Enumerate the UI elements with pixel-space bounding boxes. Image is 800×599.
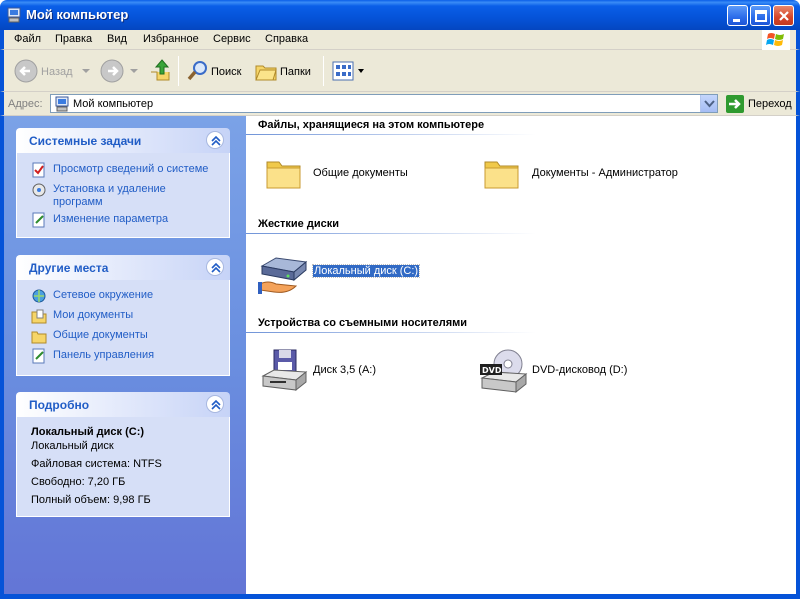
maximize-button[interactable] xyxy=(750,5,771,26)
menu-file[interactable]: Файл xyxy=(14,33,41,45)
other-places-panel: Сетевое окружение Мои документы Общие до… xyxy=(16,280,230,376)
title-bar[interactable]: Мой компьютер xyxy=(0,0,800,30)
back-arrow-icon[interactable] xyxy=(14,59,38,83)
system-tasks-panel: Просмотр сведений о системе Установка и … xyxy=(16,153,230,238)
group-divider xyxy=(246,332,536,333)
local-disk-c[interactable]: Локальный диск (C:) xyxy=(311,264,421,278)
close-icon xyxy=(779,11,789,21)
go-label[interactable]: Переход xyxy=(748,98,792,110)
collapse-button[interactable] xyxy=(206,395,224,413)
folder-icon[interactable] xyxy=(264,152,304,192)
shared-documents-folder[interactable]: Общие документы xyxy=(313,167,408,179)
menu-view[interactable]: Вид xyxy=(107,33,127,45)
control-panel-link[interactable]: Панель управления xyxy=(53,349,154,361)
task-pane: Системные задачи Просмотр сведений о сис… xyxy=(4,116,246,594)
system-tasks-title: Системные задачи xyxy=(29,134,142,148)
window-frame-bottom xyxy=(0,594,800,599)
dvd-drive-d[interactable]: DVD-дисковод (D:) xyxy=(532,364,627,376)
floppy-drive-icon[interactable] xyxy=(260,348,308,396)
details-header[interactable]: Подробно xyxy=(16,392,230,417)
my-documents-link[interactable]: Мои документы xyxy=(53,309,133,321)
detail-free-space: Свободно: 7,20 ГБ xyxy=(31,476,126,488)
maximize-icon xyxy=(755,10,767,22)
collapse-button[interactable] xyxy=(206,258,224,276)
chevron-down-icon xyxy=(704,100,715,108)
back-dropdown-icon[interactable] xyxy=(82,69,90,74)
shared-documents-icon xyxy=(31,331,47,344)
folder-icon[interactable] xyxy=(482,152,522,192)
address-label: Адрес: xyxy=(8,98,43,110)
toolbar-separator xyxy=(178,56,179,86)
window-frame-right xyxy=(796,116,800,594)
address-bar: Адрес: Мой компьютер Переход xyxy=(0,92,800,116)
views-icon[interactable] xyxy=(332,61,368,81)
group-divider xyxy=(246,233,536,234)
close-button[interactable] xyxy=(773,5,794,26)
group-divider xyxy=(246,134,536,135)
forward-dropdown-icon[interactable] xyxy=(130,69,138,74)
change-setting-link[interactable]: Изменение параметра xyxy=(53,213,168,225)
menu-help[interactable]: Справка xyxy=(265,33,308,45)
double-chevron-up-icon xyxy=(211,262,221,273)
address-dropdown-button[interactable] xyxy=(700,95,717,112)
double-chevron-up-icon xyxy=(211,135,221,146)
address-input[interactable]: Мой компьютер xyxy=(50,94,718,113)
back-button[interactable]: Назад xyxy=(41,66,73,78)
network-places-link[interactable]: Сетевое окружение xyxy=(53,289,153,301)
detail-file-system: Файловая система: NTFS xyxy=(31,458,162,470)
folders-icon[interactable] xyxy=(254,60,278,82)
system-info-icon xyxy=(32,162,45,178)
address-value: Мой компьютер xyxy=(73,98,154,110)
menu-favorites[interactable]: Избранное xyxy=(143,33,199,45)
toolbar: Назад Поиск Папки xyxy=(0,50,800,92)
view-system-info-link[interactable]: Просмотр сведений о системе xyxy=(53,163,208,175)
system-tasks-header[interactable]: Системные задачи xyxy=(16,128,230,153)
details-panel: Локальный диск (C:) Локальный диск Файло… xyxy=(16,417,230,517)
add-remove-programs-icon xyxy=(32,183,46,197)
add-remove-programs-link[interactable]: Установка и удаление xyxy=(53,183,166,195)
hard-drives-group-title: Жесткие диски xyxy=(258,218,339,230)
window-title: Мой компьютер xyxy=(26,7,129,22)
other-places-header[interactable]: Другие места xyxy=(16,255,230,280)
floppy-drive-a[interactable]: Диск 3,5 (A:) xyxy=(313,364,376,376)
content-pane: Файлы, хранящиеся на этом компьютере Общ… xyxy=(246,116,796,594)
shared-documents-link[interactable]: Общие документы xyxy=(53,329,148,341)
forward-arrow-icon[interactable] xyxy=(100,59,124,83)
admin-documents-folder[interactable]: Документы - Администратор xyxy=(532,167,678,179)
minimize-button[interactable] xyxy=(727,5,748,26)
change-setting-icon xyxy=(32,212,45,228)
dvd-drive-icon[interactable]: DVD xyxy=(478,348,528,396)
add-remove-programs-link-line2[interactable]: программ xyxy=(53,196,103,208)
windows-logo-icon xyxy=(762,30,790,50)
removable-group-title: Устройства со съемными носителями xyxy=(258,317,468,329)
detail-total-size: Полный объем: 9,98 ГБ xyxy=(31,494,151,506)
files-group-title: Файлы, хранящиеся на этом компьютере xyxy=(258,119,485,131)
up-folder-icon[interactable] xyxy=(148,58,172,84)
control-panel-icon xyxy=(32,348,45,364)
double-chevron-up-icon xyxy=(211,399,221,410)
menu-edit[interactable]: Правка xyxy=(55,33,92,45)
local-disk-icon[interactable] xyxy=(258,252,310,296)
my-documents-icon xyxy=(31,309,47,324)
network-icon xyxy=(32,289,46,303)
folders-button[interactable]: Папки xyxy=(280,66,311,78)
svg-text:DVD: DVD xyxy=(482,366,502,375)
other-places-title: Другие места xyxy=(29,261,109,275)
search-icon[interactable] xyxy=(186,59,210,83)
details-title: Подробно xyxy=(29,398,90,412)
my-computer-icon xyxy=(7,7,21,23)
search-button[interactable]: Поиск xyxy=(211,66,241,78)
detail-name: Локальный диск (C:) xyxy=(31,426,145,438)
detail-type: Локальный диск xyxy=(31,440,114,452)
menu-bar: Файл Правка Вид Избранное Сервис Справка xyxy=(0,30,800,50)
go-arrow-icon xyxy=(729,99,741,109)
minimize-icon xyxy=(733,19,740,22)
collapse-button[interactable] xyxy=(206,131,224,149)
my-computer-icon xyxy=(55,96,69,112)
menu-tools[interactable]: Сервис xyxy=(213,33,251,45)
go-button[interactable] xyxy=(726,95,744,113)
toolbar-separator xyxy=(323,56,324,86)
